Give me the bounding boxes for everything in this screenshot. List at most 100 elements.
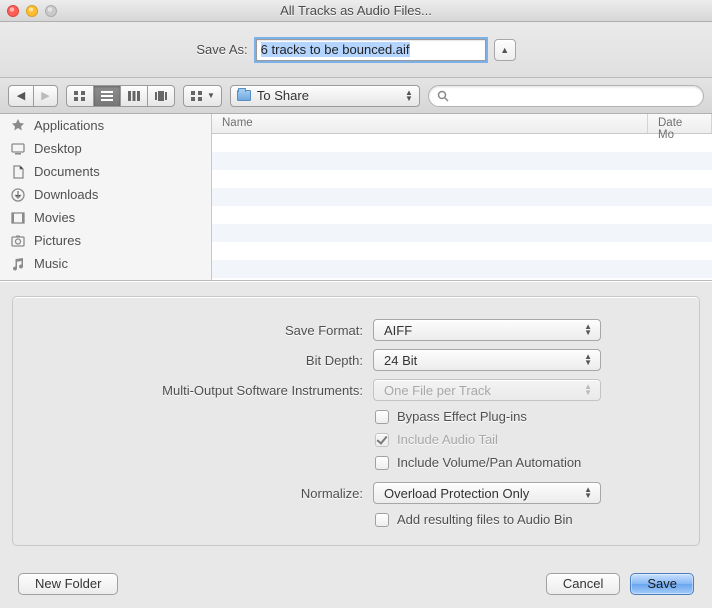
arrange-icon [190, 90, 204, 102]
normalize-label: Normalize: [31, 486, 363, 501]
finder-toolbar: ◀ ▶ ▼ To Share ▲▼ [0, 78, 712, 114]
popup-value: AIFF [384, 323, 412, 338]
coverflow-icon [154, 90, 168, 102]
back-button[interactable]: ◀ [8, 85, 33, 107]
chevron-up-icon: ▲ [500, 45, 509, 55]
include-tail-label: Include Audio Tail [397, 432, 498, 447]
chevron-down-icon: ▼ [207, 91, 215, 100]
bypass-checkbox[interactable] [375, 410, 389, 424]
column-header-date[interactable]: Date Mo [648, 114, 712, 133]
normalize-popup[interactable]: Overload Protection Only ▲▼ [373, 482, 601, 504]
forward-button[interactable]: ▶ [33, 85, 58, 107]
updown-caret-icon: ▲▼ [584, 384, 592, 396]
bypass-label: Bypass Effect Plug-ins [397, 409, 527, 424]
save-as-label: Save As: [196, 42, 247, 57]
grid-icon [73, 90, 87, 102]
documents-icon [10, 164, 26, 180]
volpan-checkbox[interactable] [375, 456, 389, 470]
sidebar-item-label: Downloads [34, 187, 98, 202]
sidebar-item-applications[interactable]: Applications [0, 114, 211, 137]
add-to-bin-checkbox[interactable] [375, 513, 389, 527]
minimize-window-button[interactable] [26, 5, 38, 17]
file-browser: Applications Desktop Documents Downloads… [0, 114, 712, 281]
list-row [212, 260, 712, 278]
sidebar-item-label: Desktop [34, 141, 82, 156]
columns-icon [127, 90, 141, 102]
volpan-label: Include Volume/Pan Automation [397, 455, 581, 470]
popup-value: One File per Track [384, 383, 491, 398]
popup-value: Overload Protection Only [384, 486, 529, 501]
normalize-row: Normalize: Overload Protection Only ▲▼ [31, 478, 681, 508]
movies-icon [10, 210, 26, 226]
chevron-left-icon: ◀ [17, 89, 25, 102]
sidebar-item-label: Applications [34, 118, 104, 133]
save-as-row: Save As: ▲ [0, 22, 712, 78]
save-format-row: Save Format: AIFF ▲▼ [31, 315, 681, 345]
arrange-segment: ▼ [183, 85, 222, 107]
view-list-button[interactable] [93, 85, 120, 107]
folder-icon [237, 90, 251, 101]
sidebar-item-pictures[interactable]: Pictures [0, 229, 211, 252]
window-titlebar: All Tracks as Audio Files... [0, 0, 712, 22]
chevron-right-icon: ▶ [41, 89, 49, 102]
bypass-row: Bypass Effect Plug-ins [31, 405, 681, 428]
tail-row: Include Audio Tail [31, 428, 681, 451]
options-group: Save Format: AIFF ▲▼ Bit Depth: 24 Bit ▲… [12, 296, 700, 546]
volpan-row: Include Volume/Pan Automation [31, 451, 681, 474]
cancel-button[interactable]: Cancel [546, 573, 620, 595]
list-row [212, 206, 712, 224]
new-folder-button[interactable]: New Folder [18, 573, 118, 595]
list-row [212, 152, 712, 170]
search-field[interactable] [428, 85, 704, 107]
path-label: To Share [257, 88, 309, 103]
expand-collapse-button[interactable]: ▲ [494, 39, 516, 61]
search-icon [437, 90, 449, 102]
close-window-button[interactable] [7, 5, 19, 17]
arrange-button[interactable]: ▼ [183, 85, 222, 107]
updown-caret-icon: ▲▼ [584, 324, 592, 336]
list-row [212, 224, 712, 242]
path-popup[interactable]: To Share ▲▼ [230, 85, 420, 107]
list-row [212, 188, 712, 206]
nav-back-forward: ◀ ▶ [8, 85, 58, 107]
column-header-name[interactable]: Name [212, 114, 648, 133]
updown-caret-icon: ▲▼ [584, 354, 592, 366]
sidebar-item-downloads[interactable]: Downloads [0, 183, 211, 206]
sidebar-item-music[interactable]: Music [0, 252, 211, 275]
sidebar: Applications Desktop Documents Downloads… [0, 114, 212, 280]
addbin-row: Add resulting files to Audio Bin [31, 508, 681, 531]
save-format-label: Save Format: [31, 323, 363, 338]
traffic-lights [7, 5, 57, 17]
save-as-input[interactable] [256, 39, 486, 61]
search-input[interactable] [455, 89, 695, 103]
multi-output-row: Multi-Output Software Instruments: One F… [31, 375, 681, 405]
sidebar-item-desktop[interactable]: Desktop [0, 137, 211, 160]
save-format-popup[interactable]: AIFF ▲▼ [373, 319, 601, 341]
add-to-bin-label: Add resulting files to Audio Bin [397, 512, 573, 527]
options-panel: Save Format: AIFF ▲▼ Bit Depth: 24 Bit ▲… [0, 281, 712, 558]
view-columns-button[interactable] [120, 85, 147, 107]
bit-depth-row: Bit Depth: 24 Bit ▲▼ [31, 345, 681, 375]
bit-depth-popup[interactable]: 24 Bit ▲▼ [373, 349, 601, 371]
view-icons-button[interactable] [66, 85, 93, 107]
save-button[interactable]: Save [630, 573, 694, 595]
file-list-header: Name Date Mo [212, 114, 712, 134]
sidebar-item-documents[interactable]: Documents [0, 160, 211, 183]
downloads-icon [10, 187, 26, 203]
multi-output-label: Multi-Output Software Instruments: [31, 383, 363, 398]
footer: New Folder Cancel Save [0, 558, 712, 608]
file-list-pane: Name Date Mo [212, 114, 712, 280]
updown-caret-icon: ▲▼ [405, 90, 413, 102]
sidebar-item-label: Pictures [34, 233, 81, 248]
music-icon [10, 256, 26, 272]
view-coverflow-button[interactable] [147, 85, 175, 107]
list-row [212, 242, 712, 260]
sidebar-item-label: Movies [34, 210, 75, 225]
desktop-icon [10, 141, 26, 157]
view-mode-segment [66, 85, 175, 107]
sidebar-item-label: Documents [34, 164, 100, 179]
sidebar-item-label: Music [34, 256, 68, 271]
window-title: All Tracks as Audio Files... [0, 3, 712, 18]
file-list-rows [212, 134, 712, 280]
sidebar-item-movies[interactable]: Movies [0, 206, 211, 229]
